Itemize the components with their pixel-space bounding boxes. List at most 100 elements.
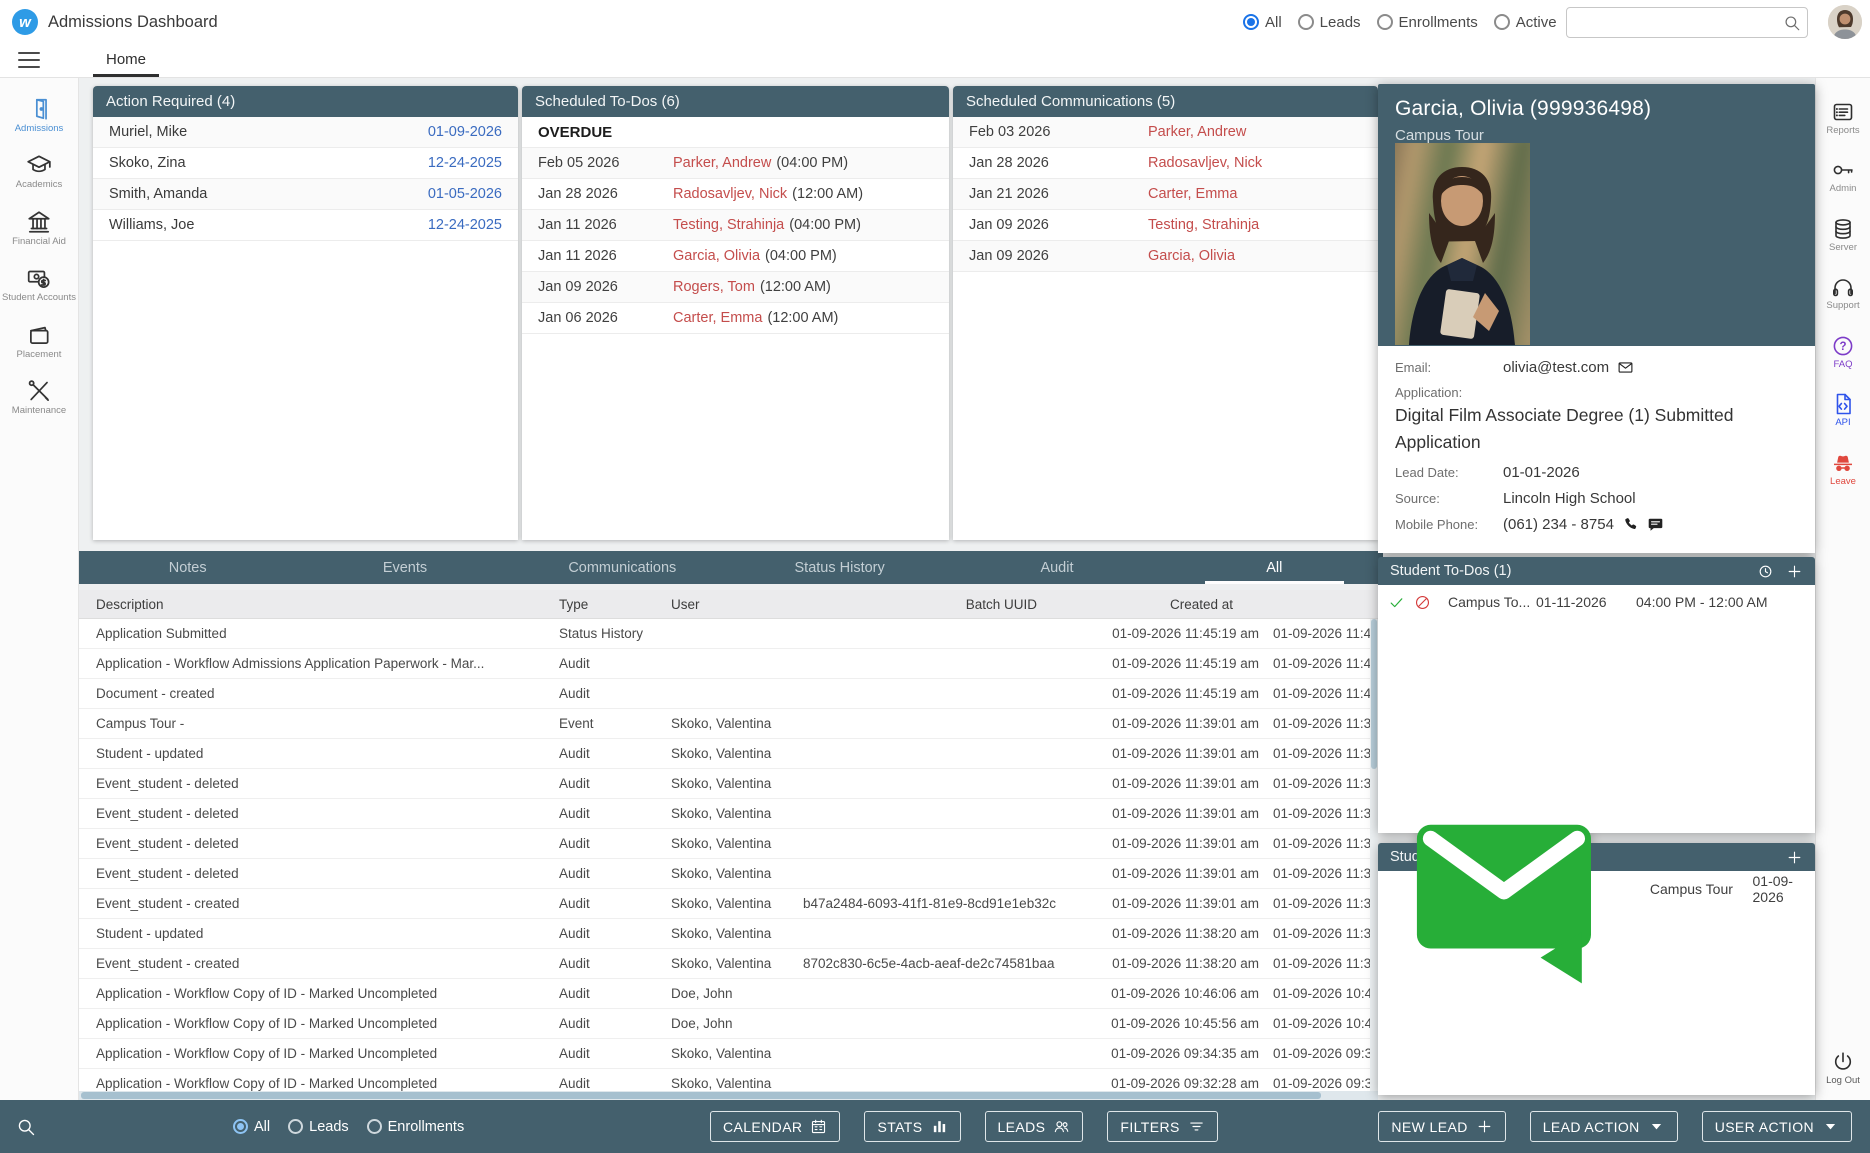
action-required-row[interactable]: Muriel, Mike 01-09-2026 xyxy=(93,117,518,148)
action-required-row[interactable]: Skoko, Zina 12-24-2025 xyxy=(93,148,518,179)
scheduled-communication-row[interactable]: Jan 09 2026 Garcia, Olivia xyxy=(953,241,1378,272)
student-link[interactable]: Muriel, Mike xyxy=(109,124,428,140)
phone-icon[interactable] xyxy=(1622,516,1639,533)
table-row[interactable]: Event_student - created Audit Skoko, Valen… xyxy=(79,889,1378,919)
student-link[interactable]: Garcia, Olivia xyxy=(673,248,760,264)
table-row[interactable]: Event_student - deleted Audit Skoko, Valen… xyxy=(79,799,1378,829)
student-link[interactable]: Radosavljev, Nick xyxy=(1148,155,1262,171)
leads-button[interactable]: LEADS xyxy=(984,1111,1084,1142)
rightbar-item-api[interactable]: API xyxy=(1816,392,1870,428)
top-radio-leads[interactable]: Leads xyxy=(1297,14,1361,31)
rightbar-item-server[interactable]: Server xyxy=(1816,217,1870,253)
top-radio-active[interactable]: Active xyxy=(1493,14,1557,31)
check-icon[interactable] xyxy=(1388,594,1405,611)
bottom-search-icon[interactable] xyxy=(16,1117,36,1137)
radio-icon[interactable] xyxy=(1493,14,1510,30)
col-batch-uuid[interactable]: Batch UUID xyxy=(803,597,1103,612)
ban-icon[interactable] xyxy=(1414,594,1431,611)
rightbar-item-faq[interactable]: ? FAQ xyxy=(1816,334,1870,370)
student-link[interactable]: Parker, Andrew xyxy=(673,155,771,171)
scheduled-todo-row[interactable]: Jan 06 2026 Carter, Emma (12:00 AM) xyxy=(522,303,949,334)
horizontal-scrollbar[interactable] xyxy=(79,1091,1378,1100)
tab-all[interactable]: All xyxy=(1166,551,1383,584)
rightbar-item-support[interactable]: Support xyxy=(1816,275,1870,311)
add-communication-icon[interactable] xyxy=(1786,849,1803,866)
student-communication-row[interactable]: Campus Tour 01-09-2026 xyxy=(1378,824,1815,984)
table-row[interactable]: Student - updated Audit Skoko, Valentina 01… xyxy=(79,919,1378,949)
bottom-radio-leads[interactable]: Leads xyxy=(288,1119,349,1135)
student-link[interactable]: Parker, Andrew xyxy=(1148,124,1246,140)
student-link[interactable]: Rogers, Tom xyxy=(673,279,755,295)
student-todo-row[interactable]: Campus To... 01-11-2026 04:00 PM - 12:00 A… xyxy=(1378,585,1815,615)
search-icon[interactable] xyxy=(1783,14,1801,32)
due-date[interactable]: 01-05-2026 xyxy=(428,186,502,202)
tab-communications[interactable]: Communications xyxy=(514,551,731,584)
rightbar-item-admin[interactable]: Admin xyxy=(1816,158,1870,194)
table-row[interactable]: Application - Workflow Copy of ID - Mark… xyxy=(79,1039,1378,1069)
student-link[interactable]: Smith, Amanda xyxy=(109,186,428,202)
student-link[interactable]: Radosavljev, Nick xyxy=(673,186,787,202)
col-description[interactable]: Description xyxy=(79,597,559,612)
scheduled-communication-row[interactable]: Feb 03 2026 Parker, Andrew xyxy=(953,117,1378,148)
vertical-scrollbar[interactable] xyxy=(1370,619,1378,1100)
scheduled-todo-row[interactable]: Jan 11 2026 Garcia, Olivia (04:00 PM) xyxy=(522,241,949,272)
sidebar-item-admissions[interactable]: Admissions xyxy=(0,96,78,134)
table-row[interactable]: Document - created Audit 01-09-2026 11:45:… xyxy=(79,679,1378,709)
scheduled-communication-row[interactable]: Jan 21 2026 Carter, Emma xyxy=(953,179,1378,210)
scheduled-todo-row[interactable]: Feb 05 2026 Parker, Andrew (04:00 PM) xyxy=(522,148,949,179)
scheduled-todo-row[interactable]: Jan 11 2026 Testing, Strahinja (04:00 PM) xyxy=(522,210,949,241)
filters-button[interactable]: FILTERS xyxy=(1107,1111,1218,1142)
top-radio-enrollments[interactable]: Enrollments xyxy=(1376,14,1478,31)
top-radio-all[interactable]: All xyxy=(1243,14,1282,31)
add-todo-icon[interactable] xyxy=(1786,563,1803,580)
student-link[interactable]: Carter, Emma xyxy=(1148,186,1237,202)
due-date[interactable]: 01-09-2026 xyxy=(428,124,502,140)
student-link[interactable]: Skoko, Zina xyxy=(109,155,428,171)
student-link[interactable]: Williams, Joe xyxy=(109,217,428,233)
radio-icon[interactable] xyxy=(1297,14,1314,30)
scheduled-todo-row[interactable]: Jan 09 2026 Rogers, Tom (12:00 AM) xyxy=(522,272,949,303)
tab-status-history[interactable]: Status History xyxy=(731,551,948,584)
radio-icon[interactable] xyxy=(366,1119,382,1134)
calendar-button[interactable]: CALENDAR xyxy=(710,1111,841,1142)
history-clock-icon[interactable] xyxy=(1757,563,1774,580)
table-row[interactable]: Event_student - deleted Audit Skoko, Valen… xyxy=(79,769,1378,799)
col-user[interactable]: User xyxy=(671,597,803,612)
student-link[interactable]: Garcia, Olivia xyxy=(1148,248,1235,264)
sms-icon[interactable] xyxy=(1647,516,1664,533)
student-link[interactable]: Testing, Strahinja xyxy=(673,217,784,233)
menu-icon[interactable] xyxy=(18,52,40,68)
radio-icon[interactable] xyxy=(288,1119,304,1134)
new-lead-button[interactable]: NEW LEAD xyxy=(1378,1111,1506,1142)
student-link[interactable]: Testing, Strahinja xyxy=(1148,217,1259,233)
sidebar-item-placement[interactable]: Placement xyxy=(0,322,78,360)
tab-home[interactable]: Home xyxy=(93,44,159,77)
radio-icon[interactable] xyxy=(1376,14,1393,30)
todo-title[interactable]: Campus To... xyxy=(1448,594,1536,610)
action-required-row[interactable]: Williams, Joe 12-24-2025 xyxy=(93,210,518,241)
email-value[interactable]: olivia@test.com xyxy=(1503,359,1609,376)
tab-events[interactable]: Events xyxy=(296,551,513,584)
sidebar-item-academics[interactable]: Academics xyxy=(0,152,78,190)
sidebar-item-student-accounts[interactable]: Student Accounts xyxy=(0,265,78,303)
scheduled-communication-row[interactable]: Jan 28 2026 Radosavljev, Nick xyxy=(953,148,1378,179)
table-row[interactable]: Event_student - created Audit Skoko, Valen… xyxy=(79,949,1378,979)
bottom-radio-enrollments[interactable]: Enrollments xyxy=(366,1119,464,1135)
table-row[interactable]: Event_student - deleted Audit Skoko, Valen… xyxy=(79,859,1378,889)
due-date[interactable]: 12-24-2025 xyxy=(428,155,502,171)
search-box[interactable] xyxy=(1566,7,1808,38)
student-link[interactable]: Carter, Emma xyxy=(673,310,762,326)
tab-notes[interactable]: Notes xyxy=(79,551,296,584)
stats-button[interactable]: STATS xyxy=(864,1111,961,1142)
lead-action-button[interactable]: LEAD ACTION xyxy=(1529,1111,1678,1142)
scheduled-todo-row[interactable]: Jan 28 2026 Radosavljev, Nick (12:00 AM) xyxy=(522,179,949,210)
col-type[interactable]: Type xyxy=(559,597,671,612)
envelope-icon[interactable] xyxy=(1617,359,1634,376)
communication-title[interactable]: Campus Tour xyxy=(1650,881,1753,897)
scheduled-communication-row[interactable]: Jan 09 2026 Testing, Strahinja xyxy=(953,210,1378,241)
table-row[interactable]: Application - Workflow Admissions Applic… xyxy=(79,649,1378,679)
table-row[interactable]: Event_student - deleted Audit Skoko, Valen… xyxy=(79,829,1378,859)
table-row[interactable]: Application - Workflow Copy of ID - Mark… xyxy=(79,979,1378,1009)
col-created-at[interactable]: Created at xyxy=(1103,597,1273,612)
rightbar-item-log-out[interactable]: Log Out xyxy=(1816,1050,1870,1086)
